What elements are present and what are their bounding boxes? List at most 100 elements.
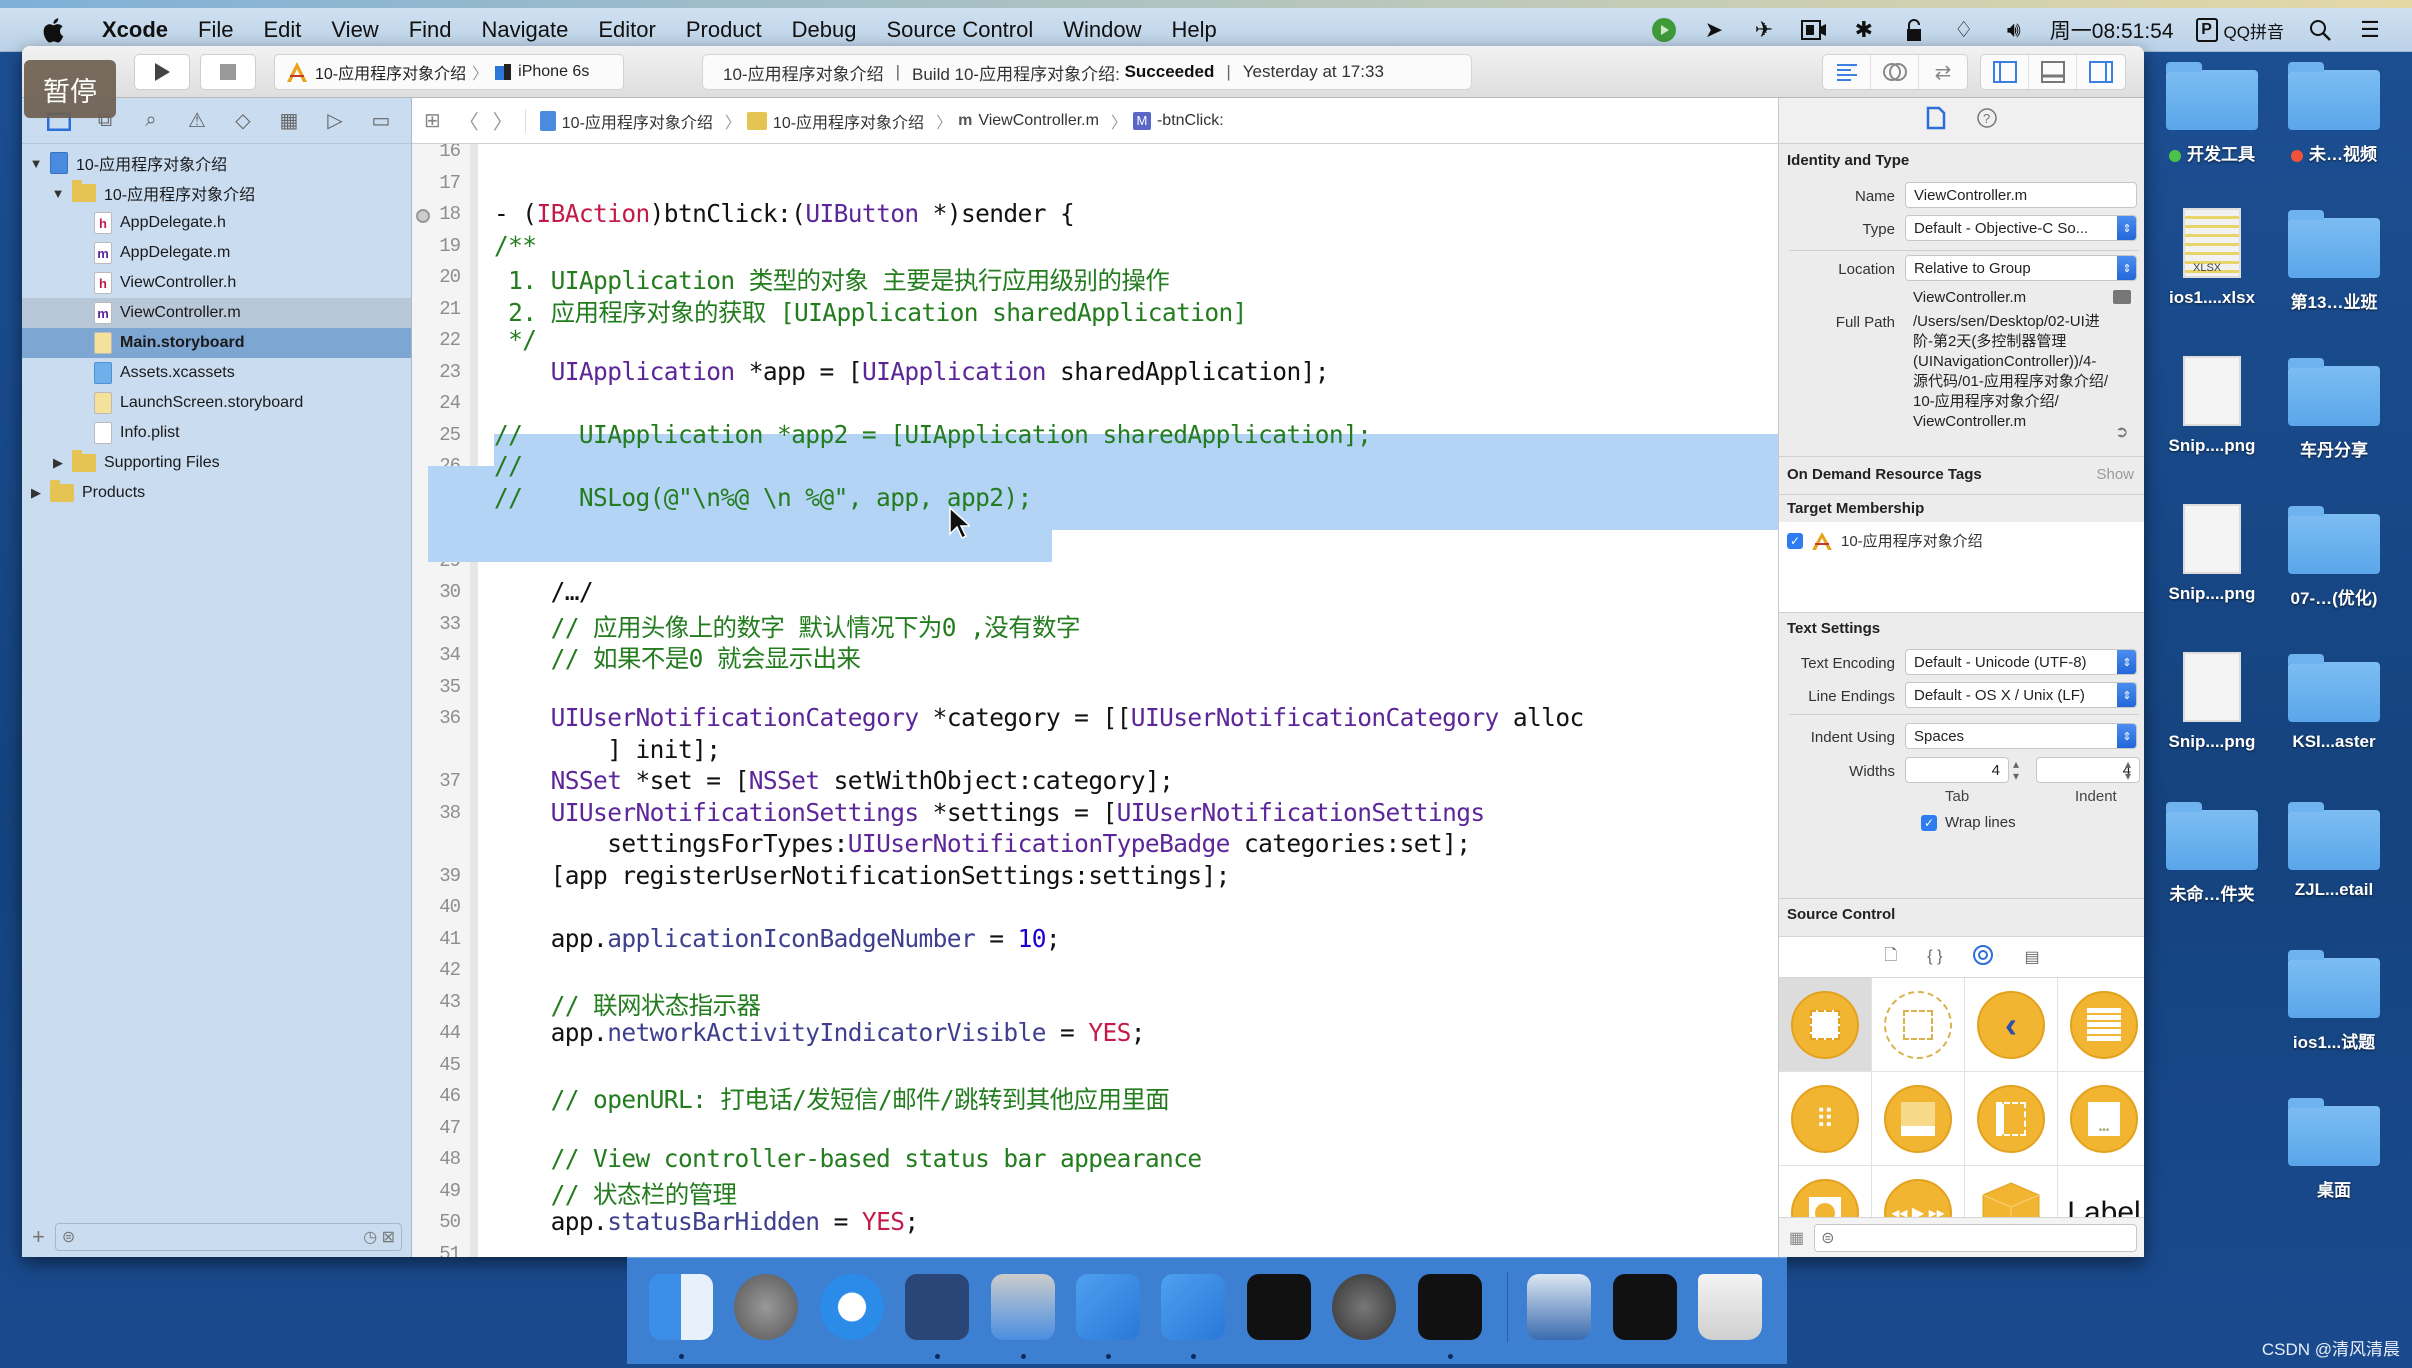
name-field[interactable]: ViewController.m <box>1905 182 2137 208</box>
desktop-item[interactable]: XLSX ios1....xlsx <box>2152 208 2272 308</box>
crumb-project[interactable]: 10-应用程序对象介绍 <box>539 109 713 133</box>
add-icon[interactable]: + <box>32 1224 45 1250</box>
file-tree-item[interactable]: ▶ Products <box>22 478 411 508</box>
related-items-icon[interactable]: ⊞ <box>424 108 441 133</box>
menu-xcode[interactable]: Xcode <box>102 17 168 43</box>
report-nav-icon[interactable]: ▭ <box>368 108 394 134</box>
assistant-editor-button[interactable] <box>1871 55 1919 89</box>
dock-terminal-icon[interactable] <box>1246 1274 1311 1340</box>
menu-view[interactable]: View <box>331 17 378 43</box>
desktop-item[interactable]: ZJL...etail <box>2274 800 2394 900</box>
find-nav-icon[interactable]: ⌕ <box>138 108 164 134</box>
dock-mouse-app-icon[interactable] <box>905 1274 970 1340</box>
file-tree-item[interactable]: m AppDelegate.m <box>22 238 411 268</box>
crumb-file[interactable]: m ViewController.m <box>958 112 1099 130</box>
reveal-in-finder-icon[interactable]: ➲ <box>2115 422 2128 442</box>
source-editor[interactable]: 1617181920212223242526272829303334353637… <box>412 144 1778 1257</box>
toggle-navigator-button[interactable] <box>1981 55 2029 89</box>
tab-width-stepper[interactable]: ▴ ▾ <box>2013 758 2019 782</box>
desktop-item[interactable]: 未命…件夹 <box>2152 800 2272 905</box>
dock-console-icon[interactable] <box>1417 1274 1482 1340</box>
menu-window[interactable]: Window <box>1063 17 1141 43</box>
menu-help[interactable]: Help <box>1172 17 1217 43</box>
file-tree-item[interactable]: Assets.xcassets <box>22 358 411 388</box>
back-button[interactable]: 〈 <box>459 106 479 135</box>
file-tree-item[interactable]: ▼ 10-应用程序对象介绍 <box>22 178 411 208</box>
disclosure-closed-icon[interactable]: ▶ <box>28 485 44 501</box>
disclosure-closed-icon[interactable]: ▶ <box>50 455 66 471</box>
location-select[interactable]: Relative to Group ⇕ <box>1905 255 2137 281</box>
scheme-selector[interactable]: 10-应用程序对象介绍 〉 iPhone 6s <box>274 54 624 90</box>
file-inspector-icon[interactable] <box>1926 106 1946 135</box>
file-tree-item[interactable]: m ViewController.m <box>22 298 411 328</box>
library-item-page-view-controller[interactable]: ••• <box>2058 1072 2144 1166</box>
crumb-group[interactable]: 10-应用程序对象介绍 <box>746 109 924 133</box>
desktop-item[interactable]: Snip....png <box>2152 652 2272 752</box>
airplane-icon[interactable]: ✈ <box>1750 16 1778 44</box>
screen-record-icon[interactable] <box>1800 16 1828 44</box>
file-tree-item[interactable]: Info.plist <box>22 418 411 448</box>
navigator-filter-input[interactable]: ⊜ ◷ ⊠ <box>54 1223 402 1251</box>
desktop-item[interactable]: 桌面 <box>2274 1096 2394 1201</box>
apple-menu-icon[interactable] <box>38 13 72 47</box>
desktop-item[interactable]: KSI...aster <box>2274 652 2394 752</box>
media-library-icon[interactable]: ▤ <box>2024 947 2039 967</box>
dock-xcode-icon[interactable] <box>1075 1274 1140 1340</box>
grid-view-icon[interactable]: ▦ <box>1789 1228 1804 1248</box>
bluetooth-icon[interactable]: ✱ <box>1850 16 1878 44</box>
stop-button[interactable] <box>200 54 256 90</box>
library-item-navigation-controller[interactable]: ‹ <box>1965 978 2058 1072</box>
library-item-tab-bar-controller[interactable] <box>1872 1072 1965 1166</box>
notification-center-icon[interactable]: ☰ <box>2356 16 2384 44</box>
tab-width-field[interactable]: 4 <box>1905 757 2009 783</box>
library-item-table-view-controller[interactable] <box>2058 978 2144 1072</box>
dock-calculator-icon[interactable] <box>1612 1274 1677 1340</box>
file-tree-item[interactable]: h AppDelegate.h <box>22 208 411 238</box>
dock-system-preferences-icon[interactable] <box>1332 1274 1397 1340</box>
disclosure-open-icon[interactable]: ▼ <box>50 186 66 201</box>
dock-finder-icon[interactable] <box>648 1274 713 1340</box>
desktop-item[interactable]: ios1...试题 <box>2274 948 2394 1053</box>
dock-photo-slideshow-icon[interactable] <box>990 1274 1055 1340</box>
dock-simulator-icon[interactable] <box>1161 1274 1226 1340</box>
library-item-collection-view-controller[interactable]: ⠿ <box>1779 1072 1872 1166</box>
desktop-item[interactable]: 车丹分享 <box>2274 356 2394 461</box>
toggle-debug-area-button[interactable] <box>2029 55 2077 89</box>
disclosure-open-icon[interactable]: ▼ <box>28 156 44 171</box>
breakpoint-nav-icon[interactable]: ▷ <box>322 108 348 134</box>
version-editor-button[interactable]: ⇄ <box>1919 55 1967 89</box>
input-method[interactable]: P QQ拼音 <box>2195 18 2284 43</box>
dock-screen-sharing-icon[interactable] <box>1527 1274 1592 1340</box>
desktop-item[interactable]: 开发工具 <box>2152 60 2272 165</box>
menu-debug[interactable]: Debug <box>792 17 857 43</box>
code-snippet-icon[interactable]: { } <box>1927 948 1942 966</box>
crumb-method[interactable]: M -btnClick: <box>1132 111 1224 130</box>
menu-editor[interactable]: Editor <box>598 17 655 43</box>
desktop-item[interactable]: Snip....png <box>2152 504 2272 604</box>
target-item[interactable]: ✓ 10-应用程序对象介绍 <box>1787 530 1983 551</box>
test-nav-icon[interactable]: ◇ <box>230 108 256 134</box>
recorder-icon[interactable] <box>1650 16 1678 44</box>
dock-trash-icon[interactable] <box>1698 1274 1763 1340</box>
device-name[interactable]: iPhone 6s <box>518 63 589 81</box>
library-item-storyboard-reference[interactable] <box>1872 978 1965 1072</box>
menu-edit[interactable]: Edit <box>263 17 301 43</box>
wrap-lines-checkbox[interactable]: ✓ Wrap lines <box>1921 814 2016 831</box>
debug-nav-icon[interactable]: ▦ <box>276 108 302 134</box>
pause-overlay-button[interactable]: 暂停 <box>24 60 116 118</box>
toggle-utilities-button[interactable] <box>2077 55 2125 89</box>
spotlight-search-icon[interactable] <box>2306 16 2334 44</box>
menu-file[interactable]: File <box>198 17 233 43</box>
run-button[interactable] <box>134 54 190 90</box>
target-checkbox[interactable]: ✓ <box>1787 532 1803 549</box>
desktop-item[interactable]: 07-…(优化) <box>2274 504 2394 609</box>
file-tree-item[interactable]: Main.storyboard <box>22 328 411 358</box>
file-tree-item[interactable]: LaunchScreen.storyboard <box>22 388 411 418</box>
menu-source-control[interactable]: Source Control <box>887 17 1034 43</box>
desktop-item[interactable]: 第13…业班 <box>2274 208 2394 313</box>
indent-width-stepper[interactable]: ▴ ▾ <box>2125 758 2131 782</box>
volume-icon[interactable]: 🔊︎ <box>2000 16 2028 44</box>
recent-files-icon[interactable]: ◷ ⊠ <box>363 1227 395 1247</box>
file-tree-item[interactable]: ▼ 10-应用程序对象介绍 <box>22 148 411 178</box>
clock[interactable]: 周一08:51:54 <box>2050 15 2174 45</box>
